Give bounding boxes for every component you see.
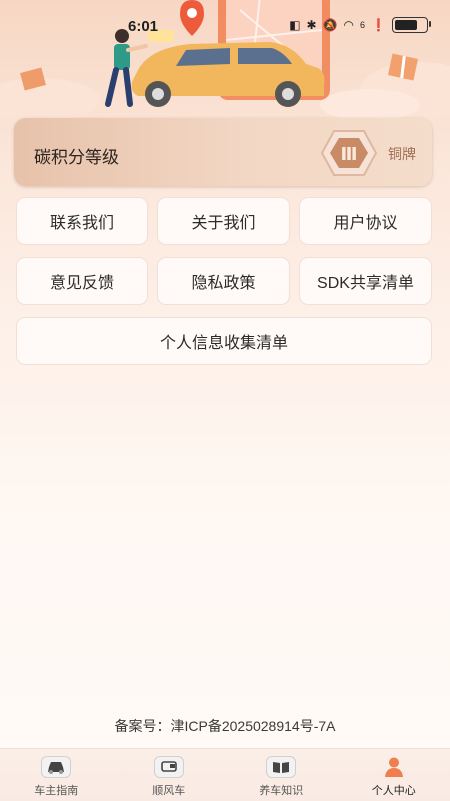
tab-label: 养车知识 bbox=[259, 782, 303, 798]
status-icons: ◧ ✱ 🔕 ◠ 6 ❗ bbox=[289, 17, 428, 33]
tab-car-knowledge[interactable]: 养车知识 bbox=[225, 749, 338, 801]
tab-label: 顺风车 bbox=[152, 782, 185, 798]
car-icon bbox=[41, 756, 71, 778]
tab-bar: 车主指南 顺风车 养车知识 个人中心 bbox=[0, 748, 450, 801]
person-icon bbox=[379, 756, 409, 778]
status-bar: 6:01 ◧ ✱ 🔕 ◠ 6 ❗ bbox=[0, 0, 450, 40]
user-agreement-button[interactable]: 用户协议 bbox=[300, 198, 431, 244]
about-us-button[interactable]: 关于我们 bbox=[158, 198, 289, 244]
tab-label: 个人中心 bbox=[372, 782, 416, 798]
van-icon bbox=[154, 756, 184, 778]
feedback-button[interactable]: 意见反馈 bbox=[17, 258, 147, 304]
tab-label: 车主指南 bbox=[34, 782, 78, 798]
icp-record[interactable]: 备案号：津ICP备2025028914号-7A bbox=[0, 716, 450, 736]
svg-text:Ⅲ: Ⅲ bbox=[340, 144, 357, 165]
personal-info-list-button[interactable]: 个人信息收集清单 bbox=[17, 318, 431, 364]
tab-personal-center[interactable]: 个人中心 bbox=[338, 749, 450, 801]
medal-label: 铜牌 bbox=[388, 144, 416, 164]
nfc-icon: ◧ bbox=[289, 18, 300, 32]
bluetooth-icon: ✱ bbox=[307, 18, 317, 32]
mute-icon: 🔕 bbox=[323, 18, 338, 32]
battery-icon bbox=[392, 17, 428, 33]
carbon-level-card[interactable]: 碳积分等级 Ⅲ 铜牌 bbox=[14, 118, 432, 186]
sdk-list-button[interactable]: SDK共享清单 bbox=[300, 258, 431, 304]
privacy-policy-button[interactable]: 隐私政策 bbox=[158, 258, 289, 304]
copper-medal-icon: Ⅲ bbox=[320, 128, 378, 178]
contact-us-button[interactable]: 联系我们 bbox=[17, 198, 147, 244]
wifi-icon: ◠ bbox=[344, 18, 354, 32]
tab-carpool[interactable]: 顺风车 bbox=[113, 749, 226, 801]
status-time: 6:01 bbox=[128, 18, 158, 35]
carbon-level-title: 碳积分等级 bbox=[34, 143, 119, 168]
book-icon bbox=[266, 756, 296, 778]
alert-icon: ❗ bbox=[371, 18, 386, 32]
signal-badge: 6 bbox=[360, 20, 365, 30]
tab-owner-guide[interactable]: 车主指南 bbox=[0, 749, 113, 801]
